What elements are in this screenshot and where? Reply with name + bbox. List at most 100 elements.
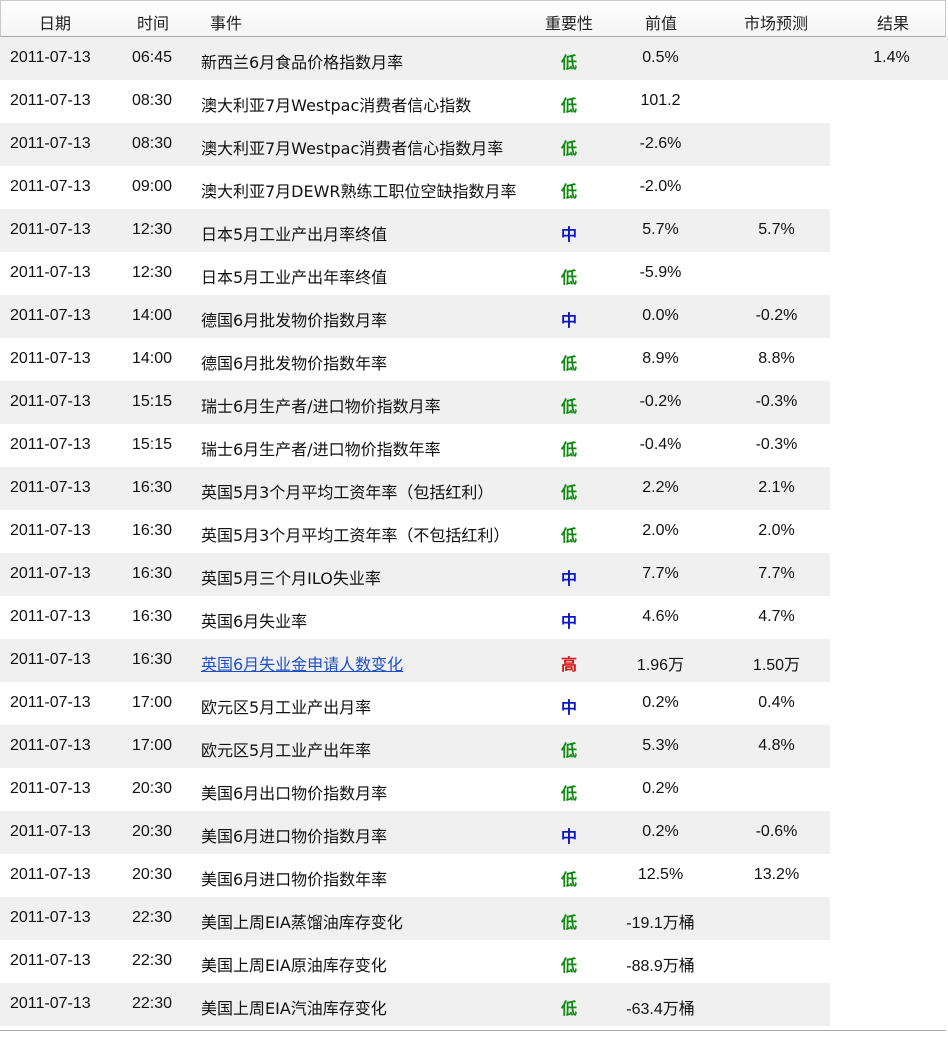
row-date: 2011-07-13 — [10, 737, 91, 754]
row-event: 澳大利亚7月Westpac消费者信心指数 — [201, 96, 472, 115]
importance-badge: 中 — [561, 698, 578, 717]
row-previous: -5.9% — [639, 264, 682, 281]
row-event: 美国上周EIA蒸馏油库存变化 — [201, 913, 403, 932]
row-forecast: 2.0% — [758, 522, 795, 539]
row-date: 2011-07-13 — [10, 307, 91, 324]
row-previous: 0.0% — [642, 307, 679, 324]
header-importance: 重要性 — [545, 14, 594, 33]
row-time: 12:30 — [132, 264, 173, 281]
importance-badge: 低 — [561, 913, 578, 932]
table-row: 2011-07-13 17:00 欧元区5月工业产出月率 中 0.2% 0.4% — [0, 682, 948, 725]
row-previous: 0.2% — [642, 694, 679, 711]
row-event: 美国上周EIA原油库存变化 — [201, 956, 387, 975]
table-row: 2011-07-13 22:30 美国上周EIA汽油库存变化 低 -63.4万桶 — [0, 983, 948, 1026]
row-event: 德国6月批发物价指数年率 — [201, 354, 388, 373]
row-time: 08:30 — [132, 135, 173, 152]
table-row: 2011-07-13 20:30 美国6月进口物价指数月率 中 0.2% -0.6% — [0, 811, 948, 854]
row-date: 2011-07-13 — [10, 995, 91, 1012]
row-previous: -2.6% — [639, 135, 682, 152]
row-forecast: 4.8% — [758, 737, 795, 754]
importance-badge: 低 — [561, 53, 578, 72]
row-date: 2011-07-13 — [10, 178, 91, 195]
importance-badge: 低 — [561, 956, 578, 975]
row-event: 英国5月3个月平均工资年率（包括红利） — [201, 483, 494, 502]
importance-badge: 中 — [561, 311, 578, 330]
table-row: 2011-07-13 12:30 日本5月工业产出月率终值 中 5.7% 5.7% — [0, 209, 948, 252]
row-forecast: -0.2% — [755, 307, 798, 324]
row-event: 美国6月进口物价指数年率 — [201, 870, 388, 889]
row-time: 09:00 — [132, 178, 173, 195]
table-row: 2011-07-13 22:30 美国上周EIA蒸馏油库存变化 低 -19.1万桶 — [0, 897, 948, 940]
row-date: 2011-07-13 — [10, 436, 91, 453]
table-row: 2011-07-13 16:30 英国6月失业金申请人数变化 高 1.96万 1.50万 — [0, 639, 948, 682]
row-result: 1.4% — [873, 49, 910, 66]
row-previous: 5.3% — [642, 737, 679, 754]
row-previous: -63.4万桶 — [626, 1001, 695, 1018]
row-event: 美国上周EIA汽油库存变化 — [201, 999, 387, 1018]
header-previous: 前值 — [645, 14, 678, 33]
row-forecast: 1.50万 — [752, 657, 801, 674]
row-date: 2011-07-13 — [10, 221, 91, 238]
row-forecast: 13.2% — [753, 866, 800, 883]
importance-badge: 低 — [561, 96, 578, 115]
row-time: 16:30 — [132, 651, 173, 668]
table-row: 2011-07-13 12:30 日本5月工业产出年率终值 低 -5.9% — [0, 252, 948, 295]
row-time: 16:30 — [132, 479, 173, 496]
row-time: 12:30 — [132, 221, 173, 238]
importance-badge: 低 — [561, 268, 578, 287]
row-date: 2011-07-13 — [10, 866, 91, 883]
table-header: 日期 时间 事件 重要性 前值 市场预测 结果 — [0, 0, 946, 37]
row-previous: 0.2% — [642, 823, 679, 840]
row-event: 英国5月三个月ILO失业率 — [201, 569, 381, 588]
row-event: 澳大利亚7月Westpac消费者信心指数月率 — [201, 139, 504, 158]
importance-badge: 低 — [561, 440, 578, 459]
row-event: 美国6月进口物价指数月率 — [201, 827, 388, 846]
header-result: 结果 — [877, 14, 910, 33]
row-event: 澳大利亚7月DEWR熟练工职位空缺指数月率 — [201, 182, 517, 201]
table-row: 2011-07-13 14:00 德国6月批发物价指数年率 低 8.9% 8.8% — [0, 338, 948, 381]
importance-badge: 低 — [561, 999, 578, 1018]
table-row: 2011-07-13 17:00 欧元区5月工业产出年率 低 5.3% 4.8% — [0, 725, 948, 768]
row-forecast: 5.7% — [758, 221, 795, 238]
row-date: 2011-07-13 — [10, 479, 91, 496]
row-event: 瑞士6月生产者/进口物价指数月率 — [201, 397, 441, 416]
row-previous: 4.6% — [642, 608, 679, 625]
header-time: 时间 — [137, 14, 170, 33]
row-date: 2011-07-13 — [10, 49, 91, 66]
row-forecast: 0.4% — [758, 694, 795, 711]
row-date: 2011-07-13 — [10, 522, 91, 539]
row-previous: -0.4% — [639, 436, 682, 453]
table-body: 2011-07-13 06:45 新西兰6月食品价格指数月率低 0.5% 1.4% 201… — [0, 37, 948, 1026]
table-row: 2011-07-13 20:30 美国6月进口物价指数年率 低 12.5% 13.2% — [0, 854, 948, 897]
row-previous: -19.1万桶 — [626, 915, 695, 932]
row-previous: 8.9% — [642, 350, 679, 367]
row-event: 新西兰6月食品价格指数月率 — [201, 53, 404, 72]
importance-badge: 低 — [561, 483, 578, 502]
table-row: 2011-07-13 22:30 美国上周EIA原油库存变化 低 -88.9万桶 — [0, 940, 948, 983]
row-event: 日本5月工业产出月率终值 — [201, 225, 388, 244]
row-forecast: -0.3% — [755, 393, 798, 410]
row-time: 06:45 — [132, 49, 173, 66]
row-time: 16:30 — [132, 522, 173, 539]
row-event: 欧元区5月工业产出年率 — [201, 741, 372, 760]
importance-badge: 高 — [561, 655, 578, 674]
row-previous: 1.96万 — [636, 657, 685, 674]
row-time: 16:30 — [132, 608, 173, 625]
row-event: 欧元区5月工业产出月率 — [201, 698, 372, 717]
row-forecast: -0.6% — [755, 823, 798, 840]
event-link[interactable]: 英国6月失业金申请人数变化 — [201, 651, 403, 675]
row-previous: 5.7% — [642, 221, 679, 238]
row-time: 15:15 — [132, 393, 173, 410]
row-forecast: 4.7% — [758, 608, 795, 625]
row-event: 美国6月出口物价指数月率 — [201, 784, 388, 803]
header-forecast: 市场预测 — [744, 14, 809, 33]
importance-badge: 中 — [561, 612, 578, 631]
row-date: 2011-07-13 — [10, 350, 91, 367]
row-time: 08:30 — [132, 92, 173, 109]
row-date: 2011-07-13 — [10, 608, 91, 625]
table-row: 2011-07-13 08:30 澳大利亚7月Westpac消费者信心指数月率 低 -2… — [0, 123, 948, 166]
row-date: 2011-07-13 — [10, 135, 91, 152]
row-previous: -2.0% — [639, 178, 682, 195]
table-row: 2011-07-13 16:30 英国5月3个月平均工资年率（不包括红利） 低 2.0%… — [0, 510, 948, 553]
table-row: 2011-07-13 20:30 美国6月出口物价指数月率 低 0.2% — [0, 768, 948, 811]
